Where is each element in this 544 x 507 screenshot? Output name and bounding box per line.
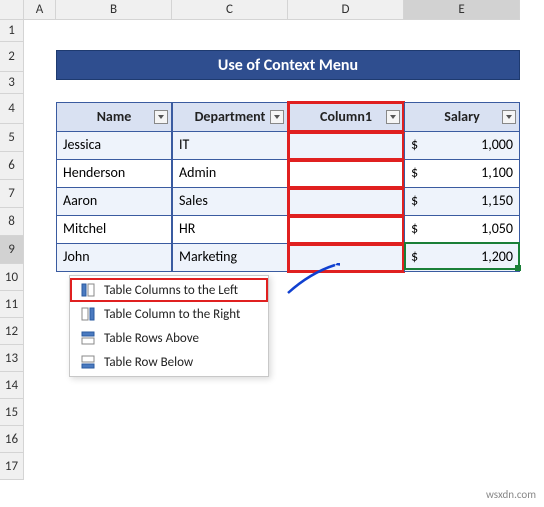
table-row[interactable]: Aaron Sales $1,150 bbox=[56, 188, 520, 216]
header-column1[interactable]: Column1 bbox=[288, 102, 404, 132]
menu-label: Table Row Below bbox=[104, 355, 193, 370]
cell-dept[interactable]: HR bbox=[172, 216, 288, 244]
row-header-10[interactable]: 10 bbox=[0, 264, 24, 291]
filter-icon[interactable] bbox=[154, 110, 168, 124]
insert-col-left-icon bbox=[80, 282, 96, 298]
cell-name[interactable]: Mitchel bbox=[56, 216, 172, 244]
cell-col1[interactable] bbox=[288, 188, 404, 216]
cell-name[interactable]: Aaron bbox=[56, 188, 172, 216]
salary-value: 1,050 bbox=[481, 220, 513, 239]
filter-icon[interactable] bbox=[270, 110, 284, 124]
table-row[interactable]: Jessica IT $1,000 bbox=[56, 132, 520, 160]
row-header-6[interactable]: 6 bbox=[0, 152, 24, 180]
context-menu: Table Columns to the Left Table Column t… bbox=[69, 275, 269, 377]
insert-col-right-icon bbox=[80, 306, 96, 322]
salary-value: 1,100 bbox=[481, 164, 513, 183]
title-cell: Use of Context Menu bbox=[56, 50, 520, 80]
currency-symbol: $ bbox=[411, 248, 418, 267]
cell-col1[interactable] bbox=[288, 244, 404, 272]
currency-symbol: $ bbox=[411, 220, 418, 239]
cell-col1[interactable] bbox=[288, 160, 404, 188]
filter-icon[interactable] bbox=[386, 110, 400, 124]
cell-dept[interactable]: IT bbox=[172, 132, 288, 160]
row-header-12[interactable]: 12 bbox=[0, 318, 24, 345]
row-header-2[interactable]: 2 bbox=[0, 42, 24, 72]
row-header-4[interactable]: 4 bbox=[0, 94, 24, 124]
cell-sal[interactable]: $1,200 bbox=[404, 244, 520, 272]
row-header-8[interactable]: 8 bbox=[0, 208, 24, 236]
menu-label: Table Rows Above bbox=[104, 331, 199, 346]
currency-symbol: $ bbox=[411, 164, 418, 183]
cell-sal[interactable]: $1,150 bbox=[404, 188, 520, 216]
table-row[interactable]: Henderson Admin $1,100 bbox=[56, 160, 520, 188]
header-dept-label: Department bbox=[195, 108, 266, 125]
cell-dept[interactable]: Marketing bbox=[172, 244, 288, 272]
spreadsheet-grid: A B C D E bbox=[0, 0, 544, 20]
cell-sal[interactable]: $1,100 bbox=[404, 160, 520, 188]
menu-insert-column-right[interactable]: Table Column to the Right bbox=[70, 302, 268, 326]
menu-insert-row-below[interactable]: Table Row Below bbox=[70, 350, 268, 374]
header-salary[interactable]: Salary bbox=[404, 102, 520, 132]
col-header-E[interactable]: E bbox=[404, 0, 520, 20]
cell-name[interactable]: Henderson bbox=[56, 160, 172, 188]
header-sal-label: Salary bbox=[444, 108, 480, 125]
cell-sal[interactable]: $1,000 bbox=[404, 132, 520, 160]
insert-row-below-icon bbox=[80, 354, 96, 370]
watermark: wsxdn.com bbox=[486, 488, 536, 501]
currency-symbol: $ bbox=[411, 136, 418, 155]
row-header-16[interactable]: 16 bbox=[0, 426, 24, 453]
table-row[interactable]: John Marketing $1,200 bbox=[56, 244, 520, 272]
col-header-B[interactable]: B bbox=[56, 0, 172, 20]
row-header-7[interactable]: 7 bbox=[0, 180, 24, 208]
row-header-17[interactable]: 17 bbox=[0, 453, 24, 480]
table-row[interactable]: Mitchel HR $1,050 bbox=[56, 216, 520, 244]
data-table: Name Department Column1 Salary Jessica I… bbox=[56, 102, 520, 272]
menu-insert-columns-left[interactable]: Table Columns to the Left bbox=[70, 278, 268, 302]
menu-label: Table Column to the Right bbox=[104, 307, 240, 322]
menu-insert-rows-above[interactable]: Table Rows Above bbox=[70, 326, 268, 350]
salary-value: 1,000 bbox=[481, 136, 513, 155]
filter-icon[interactable] bbox=[502, 110, 516, 124]
col-header-A[interactable]: A bbox=[24, 0, 56, 20]
cell-col1[interactable] bbox=[288, 216, 404, 244]
salary-value: 1,150 bbox=[481, 192, 513, 211]
header-col1-label: Column1 bbox=[320, 108, 372, 125]
cell-name[interactable]: John bbox=[56, 244, 172, 272]
header-name[interactable]: Name bbox=[56, 102, 172, 132]
row-header-9[interactable]: 9 bbox=[0, 236, 24, 264]
cell-dept[interactable]: Sales bbox=[172, 188, 288, 216]
row-header-13[interactable]: 13 bbox=[0, 345, 24, 372]
row-header-3[interactable]: 3 bbox=[0, 72, 24, 94]
salary-value: 1,200 bbox=[481, 248, 513, 267]
currency-symbol: $ bbox=[411, 192, 418, 211]
header-name-label: Name bbox=[97, 108, 132, 125]
col-header-D[interactable]: D bbox=[288, 0, 404, 20]
col-header-C[interactable]: C bbox=[172, 0, 288, 20]
cell-dept[interactable]: Admin bbox=[172, 160, 288, 188]
cell-col1[interactable] bbox=[288, 132, 404, 160]
corner-cell[interactable] bbox=[0, 0, 24, 20]
row-header-14[interactable]: 14 bbox=[0, 372, 24, 399]
header-dept[interactable]: Department bbox=[172, 102, 288, 132]
cell-sal[interactable]: $1,050 bbox=[404, 216, 520, 244]
row-header-5[interactable]: 5 bbox=[0, 124, 24, 152]
cell-name[interactable]: Jessica bbox=[56, 132, 172, 160]
menu-label: Table Columns to the Left bbox=[104, 283, 238, 298]
insert-row-above-icon bbox=[80, 330, 96, 346]
row-header-15[interactable]: 15 bbox=[0, 399, 24, 426]
row-header-11[interactable]: 11 bbox=[0, 291, 24, 318]
row-header-1[interactable]: 1 bbox=[0, 20, 24, 42]
